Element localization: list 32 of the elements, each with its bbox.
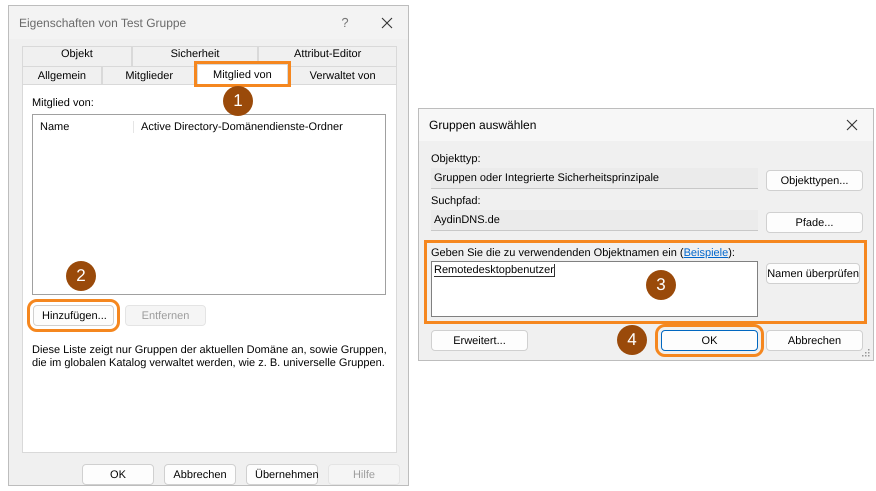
info-text: Diese Liste zeigt nur Gruppen der aktuellen Domäne an, sowie Gruppen, die im globalen Katalog verwaltet werden, wie z. B. universelle Gruppen. [32,344,387,370]
window-title: Eigenschaften von Test Gruppe [19,16,188,30]
dialog-button[interactable]: OK [82,464,154,485]
dialog-button[interactable]: Abbrechen [766,330,863,351]
examples-link[interactable]: Beispiele [684,247,728,259]
column-header[interactable]: Active Directory-Domänendienste-Ordner [134,121,343,134]
read-only-field: AydinDNS.de [431,210,758,231]
dialog-button[interactable]: Pfade... [766,212,863,233]
resize-grip-icon[interactable] [862,349,870,357]
close-icon [381,16,393,29]
tab[interactable]: Mitglied von [196,64,288,84]
dialog-button[interactable]: Namen überprüfen [766,263,860,284]
close-icon [846,119,858,131]
dialog-button[interactable]: Erweitert... [431,330,528,351]
help-button[interactable]: ? [324,8,366,38]
tab[interactable]: Allgemein [22,66,102,84]
tab[interactable]: Verwaltet von [288,66,397,84]
tab[interactable]: Attribut-Editor [258,46,397,66]
tab[interactable]: Objekt [22,46,132,66]
field-label: Geben Sie die zu verwendenden Objektnamen ein ( [431,247,684,259]
column-header[interactable]: Name [33,121,134,134]
dialog-button[interactable]: Objekttypen... [766,170,863,191]
window-title: Gruppen auswählen [429,118,538,132]
input-text: Remotedesktopbenutzer [434,264,555,277]
field-label: Objekttyp: [431,153,482,165]
dialog-button[interactable]: Abbrechen [164,464,236,485]
dialog-button[interactable]: Übernehmen [246,464,318,485]
tab[interactable]: Mitglieder [102,66,197,84]
section-label: Mitglied von: [32,97,94,110]
field-label: Suchpfad: [431,195,482,207]
read-only-field: Gruppen oder Integrierte Sicherheitsprinzipale [431,168,758,189]
field-label: ): [728,247,735,259]
